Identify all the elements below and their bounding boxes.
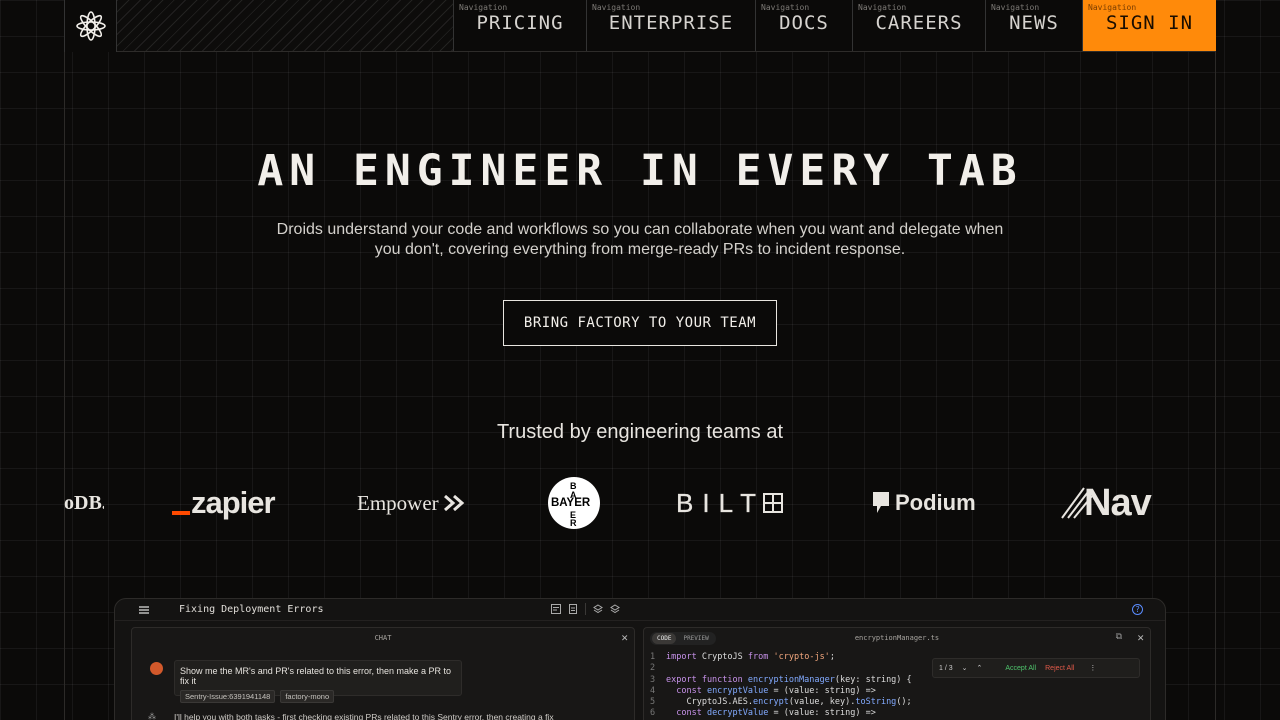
bilt-logo-text: BILT: [676, 487, 765, 518]
bayer-v-letter: R: [570, 518, 577, 528]
nav-caption: Navigation: [991, 3, 1040, 12]
mongodb-logo-text: oDB.: [64, 491, 104, 514]
chat-panel-icon[interactable]: [551, 604, 561, 614]
factory-logo[interactable]: [64, 0, 117, 52]
frame-line-right: [1215, 0, 1216, 720]
accept-all-button[interactable]: Accept All: [1005, 665, 1036, 672]
empower-logo: Empower: [357, 478, 469, 528]
trusted-by-heading: Trusted by engineering teams at: [496, 421, 784, 443]
bring-factory-cta-button[interactable]: BRING FACTORY TO YOUR TEAM: [503, 300, 777, 346]
hero-title: AN ENGINEER IN EVERY TAB: [257, 146, 1023, 196]
nav-careers[interactable]: Navigation CAREERS: [853, 0, 986, 51]
code-line: 3 export function encryptionManager(key: …: [650, 674, 912, 685]
code-line: 6 const decryptValue = (value: string) =…: [650, 708, 876, 719]
chevron-down-icon[interactable]: ⌄: [962, 664, 968, 672]
nav-caption: Navigation: [459, 3, 508, 12]
more-options-icon[interactable]: ⋮: [1089, 664, 1096, 672]
user-message-text: Show me the MR's and PR's related to thi…: [180, 666, 452, 686]
mongodb-logo: oDB.: [64, 489, 104, 517]
sentry-issue-chip[interactable]: Sentry-Issue:6391941148: [180, 690, 276, 703]
code-panel: CODE PREVIEW encryptionManager.ts ⧉ ✕ 1i…: [643, 627, 1151, 720]
tab-preview[interactable]: PREVIEW: [678, 633, 713, 644]
asterisk-logo-icon: [75, 11, 106, 41]
title-bar-icons: [551, 603, 620, 615]
close-icon[interactable]: ✕: [1137, 632, 1144, 643]
chat-panel: CHAT ✕ Show me the MR's and PR's related…: [131, 627, 635, 720]
user-message: Show me the MR's and PR's related to thi…: [174, 660, 462, 703]
chat-header-label: CHAT: [374, 634, 392, 642]
podium-logo: Podium: [872, 478, 976, 528]
nav-hatch-pattern: [117, 0, 454, 51]
droid-reply: I'll help you with both tasks - first ch…: [174, 712, 554, 720]
nav-docs[interactable]: Navigation DOCS: [756, 0, 853, 51]
file-name: encryptionManager.ts: [854, 634, 940, 642]
nav-caption: Navigation: [761, 3, 810, 12]
sign-in-button[interactable]: Navigation SIGN IN: [1083, 0, 1216, 51]
zapier-logo: zapier: [172, 478, 276, 528]
code-line: 1 import CryptoJS from 'crypto-js';: [650, 652, 835, 662]
diff-review-toolbar: 1 / 3 ⌄ ⌃ Accept All Reject All ⋮: [932, 658, 1140, 678]
chat-panel-header: CHAT ✕: [132, 628, 634, 648]
nav-docs-label: DOCS: [779, 11, 829, 34]
bayer-logo: B A BAYER E R: [548, 477, 600, 529]
repo-chip[interactable]: factory-mono: [280, 690, 335, 703]
sign-in-label: SIGN IN: [1105, 11, 1194, 34]
nav-careers-label: CAREERS: [875, 11, 963, 34]
code-view-tabs: CODE PREVIEW: [650, 632, 716, 645]
nav-enterprise-label: ENTERPRISE: [608, 11, 734, 34]
nav-logo: Nav: [1060, 478, 1152, 528]
code-editor: 1 import CryptoJS from 'crypto-js'; 2 3 ex…: [650, 652, 912, 720]
droid-avatar-icon: ⁂: [148, 712, 156, 720]
hamburger-menu-icon[interactable]: [139, 606, 149, 614]
double-chevron-icon: [443, 494, 464, 512]
help-icon[interactable]: ?: [1132, 604, 1143, 615]
nav-caption: Navigation: [858, 3, 907, 12]
zapier-underscore-mark: [172, 511, 190, 515]
session-title: Fixing Deployment Errors: [179, 604, 324, 615]
app-window-preview: Fixing Deployment Errors ? CHAT ✕ Show m…: [114, 598, 1166, 720]
message-chips: Sentry-Issue:6391941148 factory-mono: [180, 690, 456, 703]
code-line: 4 const encryptValue = (value: string) =…: [650, 685, 876, 696]
close-icon[interactable]: ✕: [621, 632, 628, 643]
podium-mark-icon: [873, 492, 889, 513]
hero-subtitle: Droids understand your code and workflow…: [276, 221, 1004, 258]
nav-caption: Navigation: [1088, 3, 1137, 12]
nav-news-label: NEWS: [1009, 11, 1059, 34]
empower-logo-text: Empower: [357, 490, 439, 515]
bilt-grid-icon: [762, 493, 783, 513]
nav-news[interactable]: Navigation NEWS: [986, 0, 1083, 51]
document-icon[interactable]: [568, 604, 578, 614]
user-avatar: [150, 662, 163, 675]
zapier-logo-text: zapier: [191, 485, 276, 520]
title-bar-separator: [585, 603, 586, 615]
code-line: 2: [650, 663, 656, 674]
code-line: 5 CryptoJS.AES.encrypt(value, key).toStr…: [650, 697, 912, 708]
app-title-bar: Fixing Deployment Errors ?: [115, 599, 1165, 621]
reject-all-button[interactable]: Reject All: [1045, 665, 1074, 672]
frame-line-left: [64, 0, 65, 720]
stack-icon[interactable]: [610, 604, 620, 614]
chevron-up-icon[interactable]: ⌃: [977, 664, 983, 672]
change-counter: 1 / 3: [939, 664, 953, 672]
bayer-horizontal-text: BAYER: [551, 497, 591, 509]
nav-caption: Navigation: [592, 3, 641, 12]
top-navigation: Navigation PRICING Navigation ENTERPRISE…: [64, 0, 1216, 52]
tab-code[interactable]: CODE: [652, 633, 677, 644]
nav-pricing[interactable]: Navigation PRICING: [454, 0, 587, 51]
bilt-logo: BILT: [676, 478, 783, 528]
code-panel-header: CODE PREVIEW encryptionManager.ts ⧉ ✕: [644, 628, 1150, 648]
layers-icon[interactable]: [593, 604, 603, 614]
copy-icon[interactable]: ⧉: [1116, 632, 1122, 643]
podium-logo-text: Podium: [895, 490, 976, 515]
nav-enterprise[interactable]: Navigation ENTERPRISE: [587, 0, 756, 51]
nav-logo-text: Nav: [1084, 481, 1152, 524]
nav-pricing-label: PRICING: [476, 11, 564, 34]
